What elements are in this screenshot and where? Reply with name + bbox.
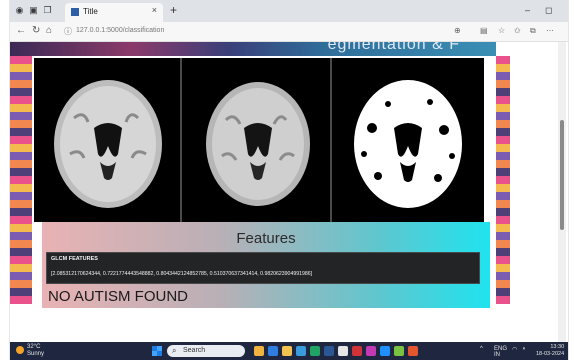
glcm-heading: GLCM FEATURES [51, 256, 98, 262]
reader-view-icon[interactable]: ▤ [480, 26, 488, 35]
result-text: NO AUTISM FOUND [48, 288, 189, 305]
file-explorer-icon[interactable] [282, 346, 292, 356]
header-banner: egmentation & F [10, 42, 496, 56]
app-icon-misc[interactable] [408, 346, 418, 356]
segmented-mri-image [334, 58, 482, 222]
address-bar: ← ↻ ⌂ ⓘ 127.0.0.1:5000/classification ⊕ … [10, 22, 568, 42]
vscode-app-icon[interactable] [380, 346, 390, 356]
glcm-values: [2.085312170624344, 0.7221774443548882, … [51, 271, 313, 277]
tab-active[interactable]: Title × [65, 3, 163, 22]
maximize-icon[interactable]: ◻ [545, 5, 552, 16]
tab-actions-icon[interactable]: ❐ [42, 5, 53, 16]
new-tab-icon[interactable]: + [170, 3, 177, 17]
search-placeholder: Search [183, 347, 206, 354]
browser-window: ◉ ▣ ❐ Title × + – ◻ ← ↻ ⌂ ⓘ 127.0.0.1:50… [10, 0, 568, 360]
extensions-icon[interactable]: ⧉ [530, 26, 536, 36]
windows-taskbar: 32°C Sunny ⌕ Search ^ ENG IN ◠ ◖ 13:30 18… [10, 342, 568, 360]
weather-temp: 32°C [27, 344, 41, 350]
tab-close-icon[interactable]: × [152, 5, 157, 15]
weather-desc: Sunny [27, 351, 45, 357]
mri-image-strip [34, 58, 484, 222]
page-viewport: egmentation & F Features GLCM FEATURES [… [10, 42, 568, 342]
start-menu-icon[interactable] [152, 346, 162, 356]
wifi-icon[interactable]: ◠ [512, 346, 517, 353]
pdf-app-icon[interactable] [352, 346, 362, 356]
settings-more-icon[interactable]: ⋯ [546, 26, 554, 35]
minimize-icon[interactable]: – [525, 5, 530, 15]
store-app-icon[interactable] [296, 346, 306, 356]
tray-chevron-icon[interactable]: ^ [480, 346, 483, 352]
page-scrollbar[interactable] [558, 42, 566, 342]
widgets-app-icon[interactable] [254, 346, 264, 356]
back-icon[interactable]: ← [16, 25, 26, 36]
word-app-icon[interactable] [324, 346, 334, 356]
tab-bar: ◉ ▣ ❐ Title × + – ◻ [10, 0, 568, 22]
volume-icon[interactable]: ◖ [522, 346, 526, 352]
right-decorative-art [496, 56, 510, 304]
language-indicator[interactable]: ENG IN [494, 346, 507, 358]
preprocessed-mri-image [184, 58, 332, 222]
terminal-app-icon[interactable] [394, 346, 404, 356]
url-text: 127.0.0.1:5000/classification [76, 27, 165, 34]
home-icon[interactable]: ⌂ [46, 25, 52, 36]
zoom-icon[interactable]: ⊕ [454, 26, 461, 35]
reload-icon[interactable]: ↻ [32, 25, 40, 36]
excel-app-icon[interactable] [310, 346, 320, 356]
features-title: Features [236, 230, 296, 247]
edge-app-icon[interactable] [268, 346, 278, 356]
url-field[interactable]: ⓘ 127.0.0.1:5000/classification [60, 25, 470, 39]
favorite-star-icon[interactable]: ☆ [498, 26, 505, 35]
teams-app-icon[interactable] [366, 346, 376, 356]
search-icon: ⌕ [172, 346, 177, 355]
taskbar-search[interactable]: ⌕ Search [167, 345, 245, 357]
features-section: Features GLCM FEATURES [2.08531217062434… [42, 222, 490, 308]
chrome-app-icon[interactable] [338, 346, 348, 356]
favorites-icon[interactable]: ✩ [514, 26, 521, 35]
profile-icon[interactable]: ◉ [14, 5, 25, 16]
sun-icon [16, 346, 24, 354]
banner-title: egmentation & F [327, 42, 460, 53]
site-info-icon[interactable]: ⓘ [64, 26, 72, 37]
glcm-features-box: GLCM FEATURES [2.085312170624344, 0.7221… [46, 252, 480, 284]
scrollbar-thumb[interactable] [560, 120, 564, 230]
system-clock[interactable]: 13:30 18-03-2024 [536, 344, 564, 358]
workspaces-icon[interactable]: ▣ [28, 5, 39, 16]
tab-favicon-icon [71, 8, 79, 16]
tab-title: Title [83, 7, 98, 16]
original-mri-image [34, 58, 182, 222]
left-decorative-art [10, 56, 32, 304]
